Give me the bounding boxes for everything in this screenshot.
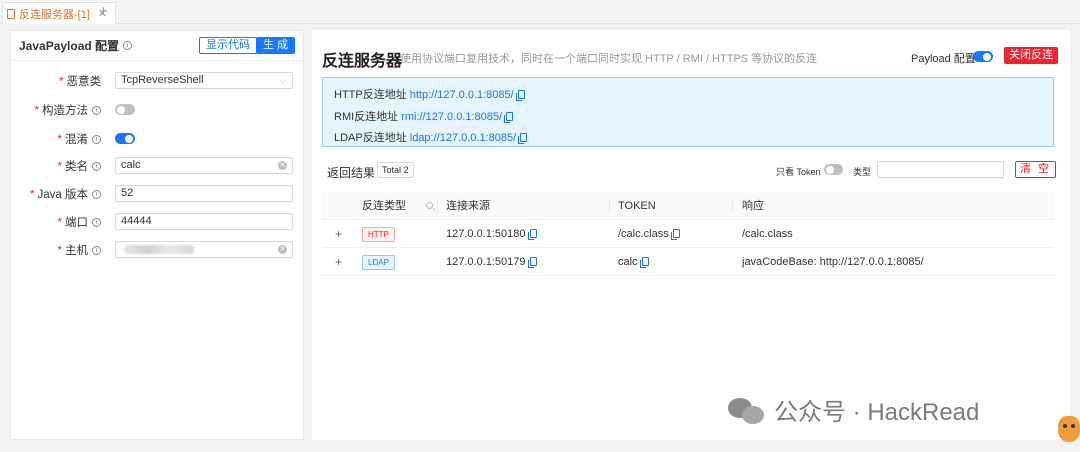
copy-icon[interactable] [670,229,680,240]
java-version-input[interactable]: 52 [115,185,293,202]
token-value: /calc.class [618,228,669,240]
required-mark: * [57,244,62,257]
field-label: 端口 [65,216,88,229]
search-icon[interactable] [426,202,433,209]
malicious-class-select[interactable]: TcpReverseShell ⌵ [115,72,293,89]
expand-icon[interactable]: + [335,248,342,276]
http-address-link[interactable]: http://127.0.0.1:8085/ [410,89,514,101]
ldap-address-link[interactable]: ldap://127.0.0.1:8085/ [410,132,516,144]
column-header-response: 响应 [742,200,764,212]
panel-header: JavaPayload 配置 i 显示代码 生 成 [11,31,303,61]
info-icon[interactable]: i [92,189,101,199]
watermark-text: 公众号 · HackRead [774,399,980,426]
wechat-icon [728,396,766,424]
column-header-token: TOKEN [618,200,656,212]
token-value: calc [618,256,638,268]
info-icon[interactable]: i [92,217,101,227]
copy-icon[interactable] [515,90,525,101]
required-mark: * [57,160,62,173]
required-mark: * [59,75,64,88]
info-icon[interactable]: i [92,161,101,171]
type-tag: HTTP [362,226,395,242]
generate-button[interactable]: 生 成 [255,37,295,54]
column-header-source: 连接来源 [446,200,490,212]
document-icon [7,8,15,19]
panel-title: JavaPayload 配置 [19,39,120,53]
form-row-java-version: * Java 版本 i 52 [11,185,305,202]
source-value: 127.0.0.1:50179 [446,256,526,268]
required-mark: * [57,133,62,146]
response-value: javaCodeBase: http://127.0.0.1:8085/ [742,256,924,268]
mascot-icon [1058,416,1080,442]
only-token-label: 只看 Token [776,167,821,177]
tab-bar: 反连服务器-[1] ✕ + [0,0,1080,24]
column-header-type: 反连类型 [362,200,406,212]
field-label: 构造方法 [42,104,88,117]
info-icon[interactable]: i [92,134,101,144]
type-filter-label: 类型 [853,167,872,177]
form-row-host: * 主机 i ✕ [11,241,305,258]
form-row-port: * 端口 i 44444 [11,213,305,230]
required-mark: * [57,216,62,229]
page-description: 使用协议端口复用技术，同时在一个端口同时实现 HTTP / RMI / HTTP… [400,53,818,65]
field-label: 恶意类 [66,75,102,88]
copy-icon[interactable] [518,133,528,144]
copy-icon[interactable] [639,257,649,268]
field-label: 主机 [65,244,88,257]
response-value: /calc.class [742,228,793,240]
results-table: 反连类型 连接来源 TOKEN 响应 + HTTP 127.0.0.1:5018… [322,192,1054,276]
field-label: Java 版本 [37,188,89,201]
form-row-malicious-class: * 恶意类 TcpReverseShell ⌵ [11,72,305,89]
field-label: 混淆 [65,133,88,146]
constructor-switch[interactable] [115,104,135,115]
type-filter-input[interactable] [877,161,1004,178]
table-row: + HTTP 127.0.0.1:50180 /calc.class /calc… [322,220,1054,248]
only-token-switch[interactable] [824,164,843,175]
required-mark: * [34,104,39,117]
port-input[interactable]: 44444 [115,213,293,230]
rmi-address-link[interactable]: rmi://127.0.0.1:8085/ [401,111,502,123]
clear-icon[interactable]: ✕ [278,245,287,254]
rmi-address-row: RMI反连地址 rmi://127.0.0.1:8085/ [334,108,514,124]
class-name-input[interactable]: calc ✕ [115,157,293,174]
reverse-server-panel: 反连服务器 使用协议端口复用技术，同时在一个端口同时实现 HTTP / RMI … [312,30,1070,440]
expand-icon[interactable]: + [335,220,342,248]
field-label: 类名 [65,160,88,173]
watermark: 公众号 · HackRead [728,392,979,427]
clear-icon[interactable]: ✕ [278,161,287,170]
close-reverse-button[interactable]: 关闭反连 [1004,47,1058,64]
show-code-button[interactable]: 显示代码 [199,37,257,54]
ldap-address-row: LDAP反连地址 ldap://127.0.0.1:8085/ [334,129,528,145]
page-title: 反连服务器 [322,53,403,70]
source-value: 127.0.0.1:50180 [446,228,526,240]
chevron-down-icon: ⌵ [279,75,286,85]
redacted-value [124,245,194,254]
address-info-box: HTTP反连地址 http://127.0.0.1:8085/ RMI反连地址 rm… [322,77,1054,147]
result-label: 返回结果 [327,166,376,180]
info-icon[interactable]: i [123,41,133,50]
obfuscate-switch[interactable] [115,133,135,144]
copy-icon[interactable] [527,229,537,240]
clear-button[interactable]: 清 空 [1015,161,1057,178]
form-row-obfuscate: * 混淆 i [11,130,305,147]
table-header: 反连类型 连接来源 TOKEN 响应 [322,192,1054,220]
table-row: + LDAP 127.0.0.1:50179 calc javaCodeBase… [322,248,1054,276]
total-badge: Total 2 [377,162,414,178]
required-mark: * [30,188,35,201]
payload-config-panel: JavaPayload 配置 i 显示代码 生 成 * 恶意类 TcpRevers… [10,30,304,440]
form-row-class-name: * 类名 i calc ✕ [11,157,305,174]
info-icon[interactable]: i [92,105,101,115]
type-tag: LDAP [362,254,395,270]
payload-config-label: Payload 配置: [911,53,979,65]
tab-label: 反连服务器-[1] [19,8,90,21]
payload-config-switch[interactable] [973,51,993,62]
copy-icon[interactable] [527,257,537,268]
host-input[interactable]: ✕ [115,241,293,258]
copy-icon[interactable] [504,112,514,123]
add-tab-icon[interactable]: + [99,3,108,20]
form-row-constructor: * 构造方法 i [11,101,305,118]
info-icon[interactable]: i [92,245,101,255]
http-address-row: HTTP反连地址 http://127.0.0.1:8085/ [334,86,525,102]
